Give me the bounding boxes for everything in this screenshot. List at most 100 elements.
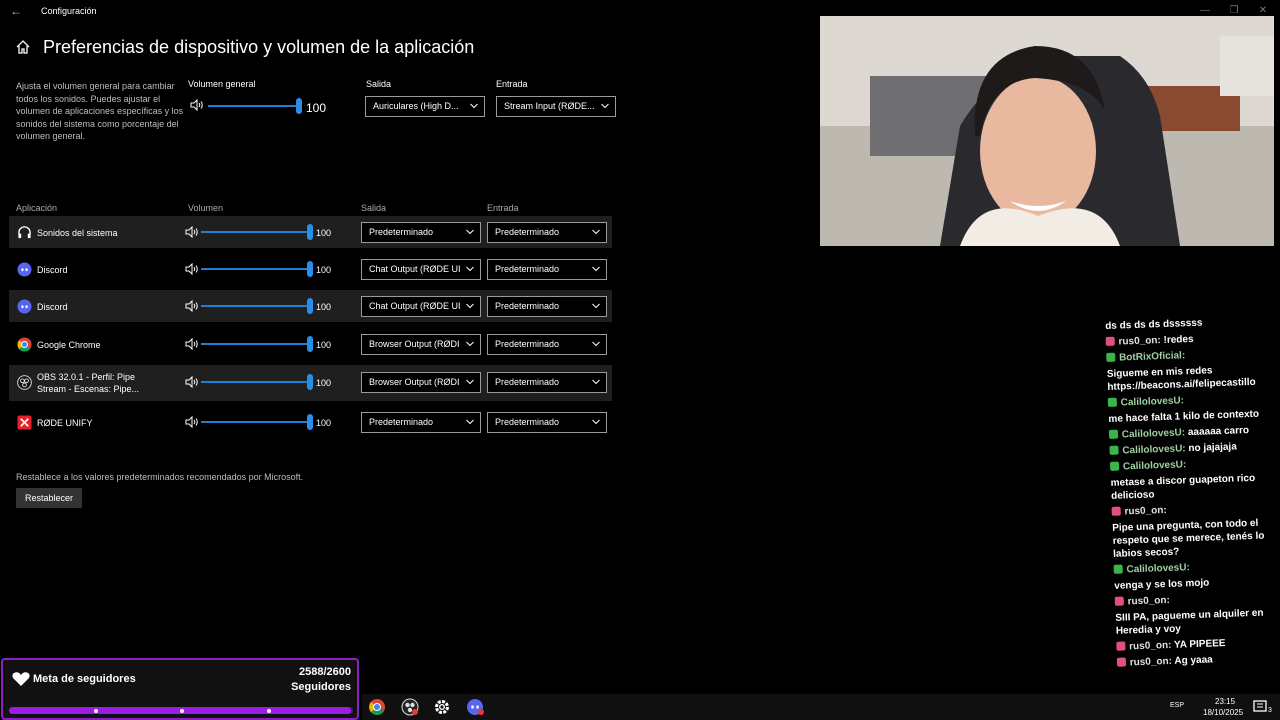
clock-time[interactable]: 23:15: [1215, 697, 1235, 706]
app-input-dropdown[interactable]: Predeterminado: [487, 372, 607, 393]
app-input-dropdown[interactable]: Predeterminado: [487, 259, 607, 280]
discord-icon[interactable]: [466, 698, 484, 716]
chat-text: me hace falta 1 kilo de contexto: [1108, 408, 1260, 425]
app-output-value: Browser Output (RØDI: [369, 377, 460, 387]
home-icon[interactable]: [15, 39, 31, 55]
master-output-label: Salida: [366, 79, 392, 89]
header-volume: Volumen: [188, 203, 224, 213]
master-input-dropdown[interactable]: Stream Input (RØDE...: [496, 96, 616, 117]
goal-marker: [180, 709, 184, 713]
app-input-dropdown[interactable]: Predeterminado: [487, 334, 607, 355]
speaker-icon[interactable]: [185, 416, 199, 428]
speaker-icon[interactable]: [185, 263, 199, 275]
settings-gear-icon[interactable]: [433, 698, 451, 716]
goal-marker: [94, 709, 98, 713]
chat-message: metase a discor guapeton rico delicioso: [1110, 471, 1280, 503]
app-input-value: Predeterminado: [495, 377, 560, 387]
chevron-down-icon: [592, 266, 600, 272]
app-volume-slider[interactable]: [201, 374, 313, 390]
language-indicator[interactable]: ESP: [1170, 702, 1184, 709]
app-name: Google Chrome: [37, 340, 101, 350]
app-input-dropdown[interactable]: Predeterminado: [487, 296, 607, 317]
chevron-down-icon: [601, 103, 609, 109]
chat-username: CalilolovesU:: [1121, 427, 1186, 441]
app-volume-value: 100: [316, 340, 332, 350]
app-volume-slider[interactable]: [201, 298, 313, 314]
app-input-value: Predeterminado: [495, 417, 560, 427]
chat-badge-icon: [1107, 397, 1118, 407]
chevron-down-icon: [592, 341, 600, 347]
speaker-icon[interactable]: [190, 99, 204, 111]
chat-message: Sigueme en mis redes https://beacons.ai/…: [1107, 362, 1280, 394]
app-name: OBS 32.0.1 - Perfil: Pipe Stream - Escen…: [37, 372, 140, 394]
chat-badge-icon: [1109, 461, 1120, 471]
app-volume-value: 100: [316, 265, 332, 275]
obs-icon[interactable]: [401, 698, 419, 716]
chat-text: aaaaaa carro: [1187, 425, 1250, 439]
chat-badge-icon: [1113, 564, 1123, 574]
goal-target: /2600: [323, 666, 351, 678]
speaker-icon[interactable]: [185, 338, 199, 350]
speaker-icon[interactable]: [185, 376, 199, 388]
chat-badge-icon: [1105, 336, 1115, 346]
app-output-dropdown[interactable]: Browser Output (RØDI: [361, 372, 481, 393]
app-output-value: Chat Output (RØDE UI: [369, 264, 461, 274]
app-volume-slider[interactable]: [201, 414, 313, 430]
chat-text: !redes: [1163, 333, 1194, 346]
speaker-icon[interactable]: [185, 226, 199, 238]
app-volume-value: 100: [316, 302, 332, 312]
chevron-down-icon: [592, 303, 600, 309]
chevron-down-icon: [466, 419, 474, 425]
back-arrow-icon[interactable]: ←: [10, 5, 22, 17]
chat-badge-icon: [1108, 429, 1119, 439]
goal-progress-bar: [9, 707, 353, 714]
heart-icon: [12, 672, 30, 686]
reset-button[interactable]: Restablecer: [16, 488, 82, 508]
master-input-value: Stream Input (RØDE...: [504, 101, 595, 111]
page-description: Ajusta el volumen general para cambiar t…: [16, 81, 184, 141]
chat-username: CalilolovesU:: [1126, 562, 1191, 576]
chat-username: rus0_on:: [1124, 504, 1167, 518]
app-input-value: Predeterminado: [495, 264, 560, 274]
app-name: Sonidos del sistema: [37, 228, 118, 238]
chevron-down-icon: [466, 266, 474, 272]
app-row: RØDE UNIFY 100 Predeterminado Predeterminad…: [9, 406, 612, 438]
clock-date[interactable]: 18/10/2025: [1203, 708, 1243, 717]
app-input-dropdown[interactable]: Predeterminado: [487, 222, 607, 243]
chat-text: Sigueme en mis redes https://beacons.ai/…: [1106, 365, 1256, 393]
app-volume-slider[interactable]: [201, 224, 313, 240]
chevron-down-icon: [470, 103, 478, 109]
page-title: Preferencias de dispositivo y volumen de…: [43, 37, 475, 57]
chrome-icon: [17, 337, 32, 352]
chat-username: rus0_on:: [1118, 335, 1161, 348]
goal-marker: [267, 709, 271, 713]
app-output-value: Predeterminado: [369, 417, 434, 427]
notification-count: 3: [1268, 707, 1272, 714]
app-output-dropdown[interactable]: Predeterminado: [361, 222, 481, 243]
app-output-dropdown[interactable]: Chat Output (RØDE UI: [361, 296, 481, 317]
discord-icon: [17, 262, 32, 277]
chrome-icon[interactable]: [368, 698, 386, 716]
app-input-dropdown[interactable]: Predeterminado: [487, 412, 607, 433]
app-output-value: Predeterminado: [369, 227, 434, 237]
app-name: RØDE UNIFY: [37, 418, 93, 428]
app-volume-value: 100: [316, 378, 332, 388]
speaker-icon[interactable]: [185, 300, 199, 312]
master-output-dropdown[interactable]: Auriculares (High D...: [365, 96, 485, 117]
app-output-value: Chat Output (RØDE UI: [369, 301, 461, 311]
master-volume-value: 100: [306, 101, 327, 115]
chat-text: venga y se los mojo: [1114, 577, 1210, 592]
chat-username: BotRixOficial:: [1118, 350, 1186, 364]
app-volume-slider[interactable]: [201, 261, 313, 277]
app-output-dropdown[interactable]: Predeterminado: [361, 412, 481, 433]
chat-badge-icon: [1116, 657, 1127, 667]
master-volume-slider[interactable]: [208, 98, 302, 114]
app-volume-slider[interactable]: [201, 336, 313, 352]
rode-unify-icon: [17, 415, 32, 430]
chevron-down-icon: [466, 229, 474, 235]
app-output-value: Browser Output (RØDI: [369, 339, 460, 349]
goal-title: Meta de seguidores: [33, 673, 136, 685]
app-output-dropdown[interactable]: Browser Output (RØDI: [361, 334, 481, 355]
master-output-value: Auriculares (High D...: [373, 101, 459, 111]
app-output-dropdown[interactable]: Chat Output (RØDE UI: [361, 259, 481, 280]
